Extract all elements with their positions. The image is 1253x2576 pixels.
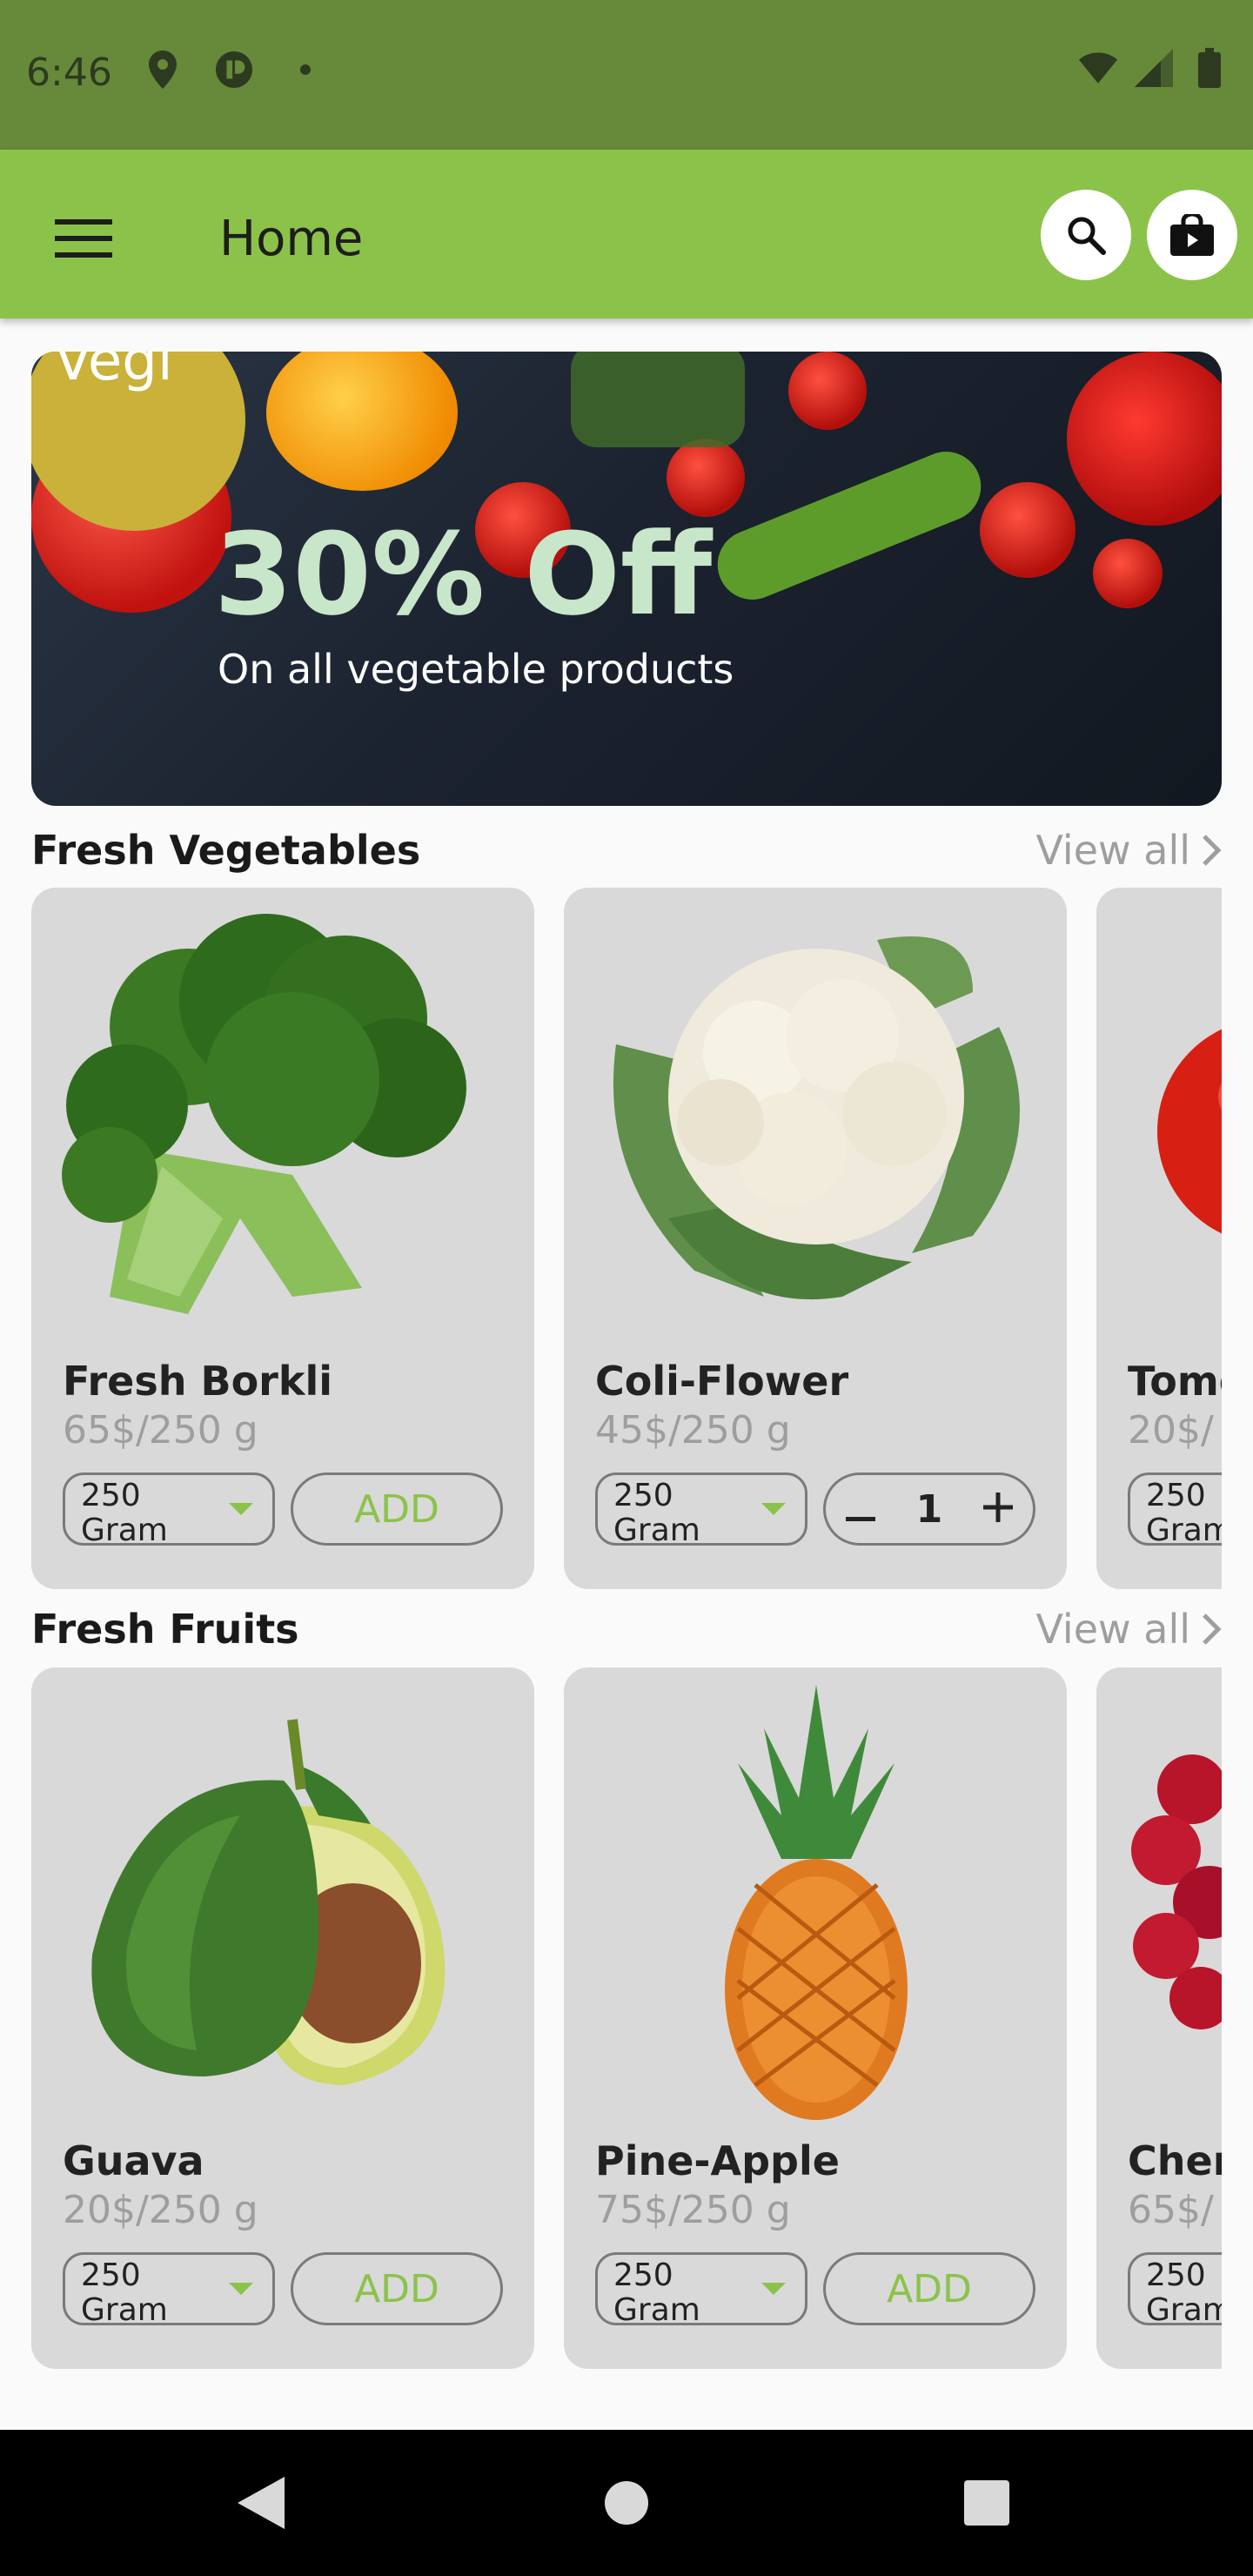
product-card[interactable]: Coli-Flower 45$/250 g 250 Gram 1 xyxy=(564,888,1067,1589)
add-button[interactable]: ADD xyxy=(823,2252,1035,2325)
product-price: 45$/250 g xyxy=(595,1408,791,1452)
product-card[interactable]: Cherr 65$/ 250 Gram xyxy=(1096,1667,1222,2369)
peas-image xyxy=(707,440,992,611)
unit-value: 250 Gram xyxy=(81,1478,168,1548)
product-name: Fresh Borkli xyxy=(63,1358,332,1405)
add-button[interactable]: ADD xyxy=(291,1472,503,1546)
cherry-tomato-image xyxy=(788,352,867,430)
dot-icon xyxy=(286,50,325,89)
section-title-fruits: Fresh Fruits xyxy=(31,1606,299,1653)
view-all-vegetables[interactable]: View all xyxy=(1035,827,1222,874)
pineapple-image xyxy=(725,1685,908,2120)
menu-button[interactable] xyxy=(42,197,125,280)
fruits-row[interactable]: Guava 20$/250 g 250 Gram ADD Pine-Apple … xyxy=(31,1667,1222,2369)
quantity-stepper[interactable]: 1 xyxy=(823,1472,1035,1546)
unit-dropdown[interactable]: 250 Gram xyxy=(1128,1472,1222,1548)
vegetables-row[interactable]: Fresh Borkli 65$/250 g 250 Gram ADD Coli… xyxy=(31,888,1222,1589)
unit-value: 250 Gram xyxy=(613,1478,700,1548)
view-all-fruits[interactable]: View all xyxy=(1035,1606,1222,1653)
home-button[interactable] xyxy=(592,2468,661,2538)
app-bar: Home xyxy=(0,150,1253,319)
add-button[interactable]: ADD xyxy=(291,2252,503,2325)
red-pepper-image xyxy=(1067,352,1222,526)
app-notification-icon xyxy=(215,50,253,89)
wifi-icon xyxy=(1079,49,1117,87)
unit-value: 250 Gram xyxy=(81,2257,168,2328)
unit-dropdown[interactable]: 250 Gram xyxy=(63,2252,275,2328)
banner-headline: 30% Off xyxy=(214,508,713,641)
pepper-image xyxy=(266,352,458,491)
status-icons-left xyxy=(144,50,325,89)
unit-value: 250 Gram xyxy=(613,2257,700,2328)
search-icon xyxy=(1068,217,1106,255)
product-price: 65$/250 g xyxy=(63,1408,258,1452)
product-name: Guava xyxy=(63,2137,204,2184)
asparagus-image xyxy=(571,352,745,447)
product-price: 65$/ xyxy=(1128,2188,1214,2232)
promo-banner[interactable]: Vegi 30% Off On all vegetable products xyxy=(31,352,1222,806)
view-all-label: View all xyxy=(1035,827,1190,874)
dropdown-arrow-icon xyxy=(229,2283,253,2295)
product-card[interactable]: Pine-Apple 75$/250 g 250 Gram ADD xyxy=(564,1667,1067,2369)
cauliflower-image xyxy=(613,936,1020,1300)
back-triangle-icon xyxy=(238,2477,285,2529)
section-title-vegetables: Fresh Vegetables xyxy=(31,827,421,874)
search-button[interactable] xyxy=(1041,190,1131,280)
product-price: 20$/ xyxy=(1128,1408,1214,1452)
recents-button[interactable] xyxy=(952,2468,1022,2538)
cherry-tomato-image xyxy=(1093,539,1163,608)
product-name: Tomo xyxy=(1128,1358,1222,1405)
cherry-tomato-image xyxy=(980,482,1075,578)
broccoli-image xyxy=(62,914,466,1314)
cart-button[interactable] xyxy=(1147,190,1237,280)
unit-value: 250 Gram xyxy=(1146,2257,1222,2328)
system-nav-bar xyxy=(0,2430,1253,2576)
status-bar: 6:46 xyxy=(0,0,1253,150)
view-all-label: View all xyxy=(1035,1606,1190,1653)
back-button[interactable] xyxy=(226,2468,296,2538)
avocado-image xyxy=(91,1719,446,2085)
product-card[interactable]: Fresh Borkli 65$/250 g 250 Gram ADD xyxy=(31,888,534,1589)
unit-dropdown[interactable]: 250 Gram xyxy=(595,2252,807,2328)
banner-subtitle: On all vegetable products xyxy=(218,646,734,693)
plus-icon[interactable] xyxy=(982,1487,1013,1532)
product-card[interactable]: Guava 20$/250 g 250 Gram ADD xyxy=(31,1667,534,2369)
tomato-image xyxy=(1157,1029,1222,1234)
dropdown-arrow-icon xyxy=(761,1503,786,1515)
product-price: 20$/250 g xyxy=(63,2188,258,2232)
location-icon xyxy=(144,50,182,89)
unit-dropdown[interactable]: 250 Gram xyxy=(1128,2252,1222,2328)
hamburger-icon xyxy=(55,219,112,258)
signal-icon xyxy=(1135,49,1173,87)
unit-dropdown[interactable]: 250 Gram xyxy=(595,1472,807,1548)
shopping-bag-icon xyxy=(1170,214,1214,256)
product-name: Cherr xyxy=(1128,2137,1222,2184)
status-time: 6:46 xyxy=(26,50,112,95)
quantity-value: 1 xyxy=(915,1486,943,1532)
product-price: 75$/250 g xyxy=(595,2188,791,2232)
chevron-right-icon xyxy=(1203,1613,1222,1645)
status-icons-right xyxy=(1079,48,1229,88)
product-card[interactable]: Tomo 20$/ 250 Gram xyxy=(1096,888,1222,1589)
home-circle-icon xyxy=(605,2481,648,2525)
chevron-right-icon xyxy=(1203,835,1222,866)
dropdown-arrow-icon xyxy=(761,2283,786,2295)
minus-icon[interactable] xyxy=(846,1487,876,1532)
cherry-image xyxy=(1131,1754,1222,2029)
dropdown-arrow-icon xyxy=(229,1503,253,1515)
product-name: Pine-Apple xyxy=(595,2137,840,2184)
page-title: Home xyxy=(219,211,364,267)
recents-square-icon xyxy=(964,2480,1009,2526)
unit-dropdown[interactable]: 250 Gram xyxy=(63,1472,275,1548)
battery-icon xyxy=(1190,48,1229,88)
unit-value: 250 Gram xyxy=(1146,1478,1222,1548)
product-name: Coli-Flower xyxy=(595,1358,849,1405)
cherry-tomato-image xyxy=(667,439,745,517)
badge-label: Vegi xyxy=(54,352,173,393)
